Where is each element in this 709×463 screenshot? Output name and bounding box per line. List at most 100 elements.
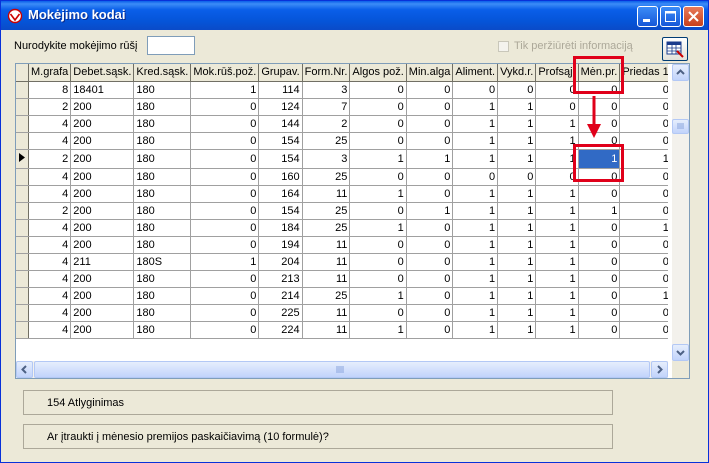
row-indicator[interactable] bbox=[16, 185, 29, 203]
table-cell[interactable]: 4 bbox=[28, 132, 72, 150]
table-cell[interactable]: 11 bbox=[302, 304, 351, 322]
horizontal-scroll-thumb[interactable] bbox=[34, 361, 650, 378]
table-cell[interactable]: 4 bbox=[28, 287, 72, 305]
table-cell[interactable]: 180 bbox=[133, 115, 192, 133]
table-cell[interactable]: 0 bbox=[406, 253, 454, 271]
table-cell[interactable]: 0 bbox=[406, 321, 454, 339]
table-cell[interactable]: 0 bbox=[349, 81, 407, 99]
table-cell[interactable]: 1 bbox=[349, 287, 407, 305]
table-cell[interactable]: 0 bbox=[190, 168, 260, 186]
column-header[interactable]: Kred.sąsk. bbox=[133, 64, 192, 82]
table-cell[interactable]: 180 bbox=[133, 98, 192, 116]
table-cell[interactable]: 180 bbox=[133, 149, 192, 169]
horizontal-scrollbar[interactable] bbox=[16, 361, 668, 378]
table-row[interactable]: 42001800160250000000 bbox=[16, 168, 668, 186]
table-cell[interactable]: 25 bbox=[302, 287, 351, 305]
table-cell[interactable]: 200 bbox=[70, 236, 135, 254]
table-cell[interactable]: 0 bbox=[406, 98, 454, 116]
table-cell[interactable]: 1 bbox=[452, 219, 499, 237]
table-cell[interactable]: 200 bbox=[70, 287, 135, 305]
table-cell[interactable]: 1 bbox=[452, 185, 499, 203]
column-header[interactable]: Grupav. bbox=[258, 64, 303, 82]
table-cell[interactable]: 0 bbox=[452, 168, 499, 186]
table-cell[interactable]: 25 bbox=[302, 202, 351, 220]
table-cell[interactable]: 4 bbox=[28, 115, 72, 133]
table-cell[interactable]: 1 bbox=[190, 81, 260, 99]
table-cell[interactable]: 164 bbox=[258, 185, 303, 203]
row-indicator[interactable] bbox=[16, 270, 29, 288]
table-cell[interactable]: 8 bbox=[28, 81, 72, 99]
table-row[interactable]: 4200180014420011100 bbox=[16, 115, 668, 133]
table-cell[interactable]: 0 bbox=[406, 236, 454, 254]
table-cell[interactable]: 1 bbox=[619, 219, 668, 237]
table-cell[interactable]: 200 bbox=[70, 98, 135, 116]
table-cell[interactable]: 1 bbox=[535, 219, 579, 237]
table-cell[interactable]: 0 bbox=[190, 321, 260, 339]
table-cell[interactable]: 180S bbox=[133, 253, 192, 271]
table-cell[interactable]: 200 bbox=[70, 185, 135, 203]
table-cell[interactable]: 114 bbox=[258, 81, 303, 99]
table-cell[interactable]: 2 bbox=[28, 202, 72, 220]
row-indicator[interactable] bbox=[16, 98, 29, 116]
table-cell[interactable]: 200 bbox=[70, 202, 135, 220]
table-cell[interactable]: 1 bbox=[452, 270, 499, 288]
table-cell[interactable]: 0 bbox=[578, 287, 621, 305]
table-cell[interactable]: 200 bbox=[70, 149, 135, 169]
table-cell[interactable]: 0 bbox=[497, 81, 537, 99]
table-cell[interactable]: 1 bbox=[619, 149, 668, 169]
column-header[interactable]: Min.alga bbox=[406, 64, 454, 82]
title-bar[interactable]: Mokėjimo kodai bbox=[1, 1, 708, 30]
table-cell[interactable]: 0 bbox=[349, 202, 407, 220]
table-cell[interactable]: 3 bbox=[302, 81, 351, 99]
column-header[interactable]: Aliment. bbox=[452, 64, 499, 82]
table-cell[interactable]: 1 bbox=[497, 185, 537, 203]
table-cell[interactable]: 0 bbox=[619, 168, 668, 186]
table-cell[interactable]: 180 bbox=[133, 304, 192, 322]
table-cell[interactable]: 0 bbox=[190, 270, 260, 288]
table-cell[interactable]: 7 bbox=[302, 98, 351, 116]
export-table-button[interactable] bbox=[662, 37, 688, 61]
vertical-scroll-thumb[interactable] bbox=[672, 119, 689, 134]
scroll-down-button[interactable] bbox=[672, 344, 689, 361]
table-cell[interactable]: 0 bbox=[619, 98, 668, 116]
column-header[interactable]: Mok.rūš.pož. bbox=[190, 64, 260, 82]
row-indicator[interactable] bbox=[16, 149, 29, 169]
table-cell[interactable]: 11 bbox=[302, 321, 351, 339]
table-cell[interactable]: 0 bbox=[190, 304, 260, 322]
column-header[interactable]: Debet.sąsk. bbox=[70, 64, 135, 82]
table-cell[interactable]: 0 bbox=[406, 287, 454, 305]
table-cell[interactable]: 0 bbox=[619, 253, 668, 271]
table-cell[interactable]: 11 bbox=[302, 185, 351, 203]
table-cell[interactable]: 2 bbox=[28, 149, 72, 169]
table-cell[interactable]: 1 bbox=[497, 202, 537, 220]
payment-code-input[interactable] bbox=[147, 36, 195, 55]
table-cell[interactable]: 1 bbox=[452, 132, 499, 150]
table-row[interactable]: 22001800154250111110 bbox=[16, 202, 668, 220]
table-row[interactable]: 42001800224111011100 bbox=[16, 321, 668, 339]
scroll-up-button[interactable] bbox=[672, 64, 689, 81]
table-cell[interactable]: 1 bbox=[452, 304, 499, 322]
table-cell[interactable]: 0 bbox=[190, 132, 260, 150]
table-cell[interactable]: 213 bbox=[258, 270, 303, 288]
table-cell[interactable]: 180 bbox=[133, 287, 192, 305]
table-cell[interactable]: 1 bbox=[349, 321, 407, 339]
row-indicator[interactable] bbox=[16, 321, 29, 339]
table-cell[interactable]: 1 bbox=[497, 304, 537, 322]
table-cell[interactable]: 200 bbox=[70, 270, 135, 288]
table-cell[interactable]: 0 bbox=[619, 115, 668, 133]
table-cell[interactable]: 1 bbox=[497, 253, 537, 271]
table-row[interactable]: 42001800154250011100 bbox=[16, 132, 668, 150]
table-cell[interactable]: 1 bbox=[535, 287, 579, 305]
table-cell[interactable]: 1 bbox=[578, 202, 621, 220]
vertical-scrollbar[interactable] bbox=[672, 64, 689, 361]
table-cell[interactable]: 0 bbox=[349, 98, 407, 116]
table-cell[interactable]: 0 bbox=[406, 81, 454, 99]
table-cell[interactable]: 4 bbox=[28, 321, 72, 339]
minimize-button[interactable] bbox=[637, 6, 658, 27]
table-cell[interactable]: 4 bbox=[28, 185, 72, 203]
table-cell[interactable]: 1 bbox=[497, 236, 537, 254]
table-cell[interactable]: 1 bbox=[535, 253, 579, 271]
table-row[interactable]: 42001800213110011100 bbox=[16, 270, 668, 288]
table-cell[interactable]: 1 bbox=[406, 149, 454, 169]
table-cell[interactable]: 0 bbox=[349, 236, 407, 254]
